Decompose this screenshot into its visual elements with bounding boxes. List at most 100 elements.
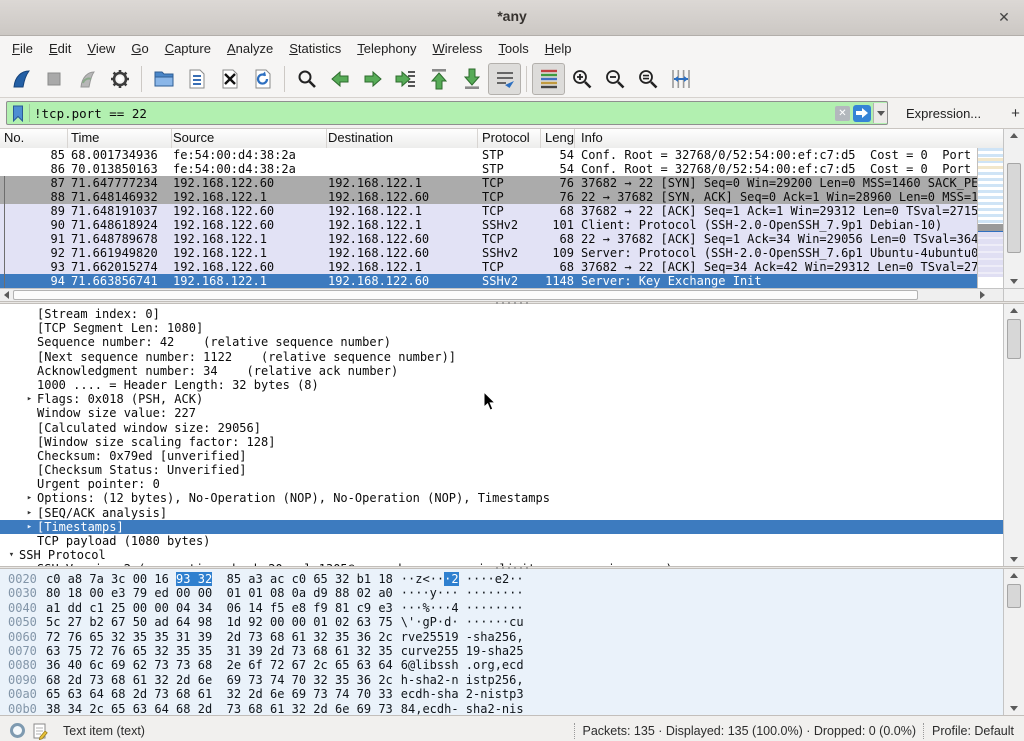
packet-row-92[interactable]: 9271.661949820192.168.122.1192.168.122.6… [0,246,977,260]
status-profile[interactable]: Profile: Default [932,724,1014,738]
start-capture-button[interactable] [4,63,37,95]
menu-view[interactable]: View [79,39,123,58]
menu-capture[interactable]: Capture [157,39,219,58]
column-header-src[interactable]: Source [172,129,327,148]
detail-line[interactable]: [TCP Segment Len: 1080] [0,321,1003,335]
filter-history-caret[interactable] [873,103,887,123]
detail-line[interactable]: [Checksum Status: Unverified] [0,463,1003,477]
reload-file-button[interactable] [246,63,279,95]
go-back-button[interactable] [323,63,356,95]
column-header-dst[interactable]: Destination [327,129,478,148]
detail-line[interactable]: [Stream index: 0] [0,307,1003,321]
scroll-down-arrow[interactable] [1005,553,1023,566]
colorize-button[interactable] [532,63,565,95]
detail-line[interactable]: Sequence number: 42 (relative sequence n… [0,335,1003,349]
clear-filter-button[interactable]: ✕ [835,106,850,121]
detail-line[interactable]: Window size value: 227 [0,406,1003,420]
menu-telephony[interactable]: Telephony [349,39,424,58]
open-file-button[interactable] [147,63,180,95]
column-header-proto[interactable]: Protocol [478,129,541,148]
column-header-no[interactable]: No. [0,129,68,148]
hex-row-0080[interactable]: 008036 40 6c 69 62 73 73 68 2e 6f 72 67 … [0,658,1003,672]
detail-line[interactable]: [Calculated window size: 29056] [0,421,1003,435]
menu-go[interactable]: Go [123,39,156,58]
resize-columns-button[interactable] [664,63,697,95]
zoom-100-button[interactable] [631,63,664,95]
hex-row-0030[interactable]: 003080 18 00 e3 79 ed 00 00 01 01 08 0a … [0,586,1003,600]
stop-capture-button[interactable] [37,63,70,95]
packet-row-90[interactable]: 9071.648618924192.168.122.60192.168.122.… [0,218,977,232]
scroll-right-arrow[interactable] [976,289,989,301]
menu-analyze[interactable]: Analyze [219,39,281,58]
expression-button[interactable]: Expression... [906,106,981,121]
menu-wireless[interactable]: Wireless [425,39,491,58]
packet-row-86[interactable]: 8670.013850163fe:54:00:d4:38:2aSTP54Conf… [0,162,977,176]
close-button[interactable]: ✕ [994,7,1014,27]
detail-line[interactable]: Urgent pointer: 0 [0,477,1003,491]
zoom-out-button[interactable] [598,63,631,95]
menu-help[interactable]: Help [537,39,580,58]
capture-options-button[interactable] [103,63,136,95]
expand-arrow-icon[interactable]: ▾ [4,548,19,562]
menu-edit[interactable]: Edit [41,39,79,58]
column-header-len[interactable]: Length [541,129,575,148]
expert-info-icon[interactable] [10,723,25,738]
scroll-down-arrow[interactable] [1005,275,1023,288]
capture-comment-icon[interactable] [32,722,48,740]
detail-line[interactable]: [Window size scaling factor: 128] [0,435,1003,449]
expand-arrow-icon[interactable]: ▸ [22,392,37,406]
zoom-in-button[interactable] [565,63,598,95]
hex-row-0070[interactable]: 007063 75 72 76 65 32 35 35 31 39 2d 73 … [0,644,1003,658]
display-filter-input[interactable]: !tcp.port == 22 ✕ [6,101,888,125]
apply-filter-button[interactable] [853,105,871,122]
packet-row-89[interactable]: 8971.648191037192.168.122.60192.168.122.… [0,204,977,218]
restart-capture-button[interactable] [70,63,103,95]
close-file-button[interactable] [213,63,246,95]
scroll-up-arrow[interactable] [1005,129,1023,142]
hex-row-0060[interactable]: 006072 76 65 32 35 35 31 39 2d 73 68 61 … [0,630,1003,644]
bytes-vscrollbar[interactable] [1003,569,1024,715]
add-filter-button[interactable]: + [1005,105,1024,122]
expand-arrow-icon[interactable]: ▸ [22,491,37,505]
packet-row-93[interactable]: 9371.662015274192.168.122.60192.168.122.… [0,260,977,274]
details-vscrollbar[interactable] [1003,304,1024,566]
expand-arrow-icon[interactable]: ▸ [22,506,37,520]
go-forward-button[interactable] [356,63,389,95]
hex-row-0020[interactable]: 0020c0 a8 7a 3c 00 16 93 32 85 a3 ac c0 … [0,572,1003,586]
packet-row-91[interactable]: 9171.648789678192.168.122.1192.168.122.6… [0,232,977,246]
hex-row-00a0[interactable]: 00a065 63 64 68 2d 73 68 61 32 2d 6e 69 … [0,687,1003,701]
auto-scroll-button[interactable] [488,63,521,95]
column-header-time[interactable]: Time [68,129,172,148]
packet-list-hscrollbar[interactable] [0,288,1003,301]
packet-row-94[interactable]: 9471.663856741192.168.122.1192.168.122.6… [0,274,977,288]
detail-line[interactable]: 1000 .... = Header Length: 32 bytes (8) [0,378,1003,392]
column-header-info[interactable]: Info [575,129,1024,148]
scroll-down-arrow[interactable] [1005,702,1023,715]
detail-line[interactable]: TCP payload (1080 bytes) [0,534,1003,548]
expand-arrow-icon[interactable]: ▸ [22,520,37,534]
packet-row-85[interactable]: 8568.001734936fe:54:00:d4:38:2aSTP54Conf… [0,148,977,162]
scroll-up-arrow[interactable] [1005,304,1023,317]
menu-file[interactable]: File [4,39,41,58]
packet-list-vscrollbar[interactable] [1003,129,1024,288]
detail-line[interactable]: ▾SSH Protocol [0,548,1003,562]
detail-line[interactable]: ▸Options: (12 bytes), No-Operation (NOP)… [0,491,1003,505]
find-packet-button[interactable] [290,63,323,95]
hex-row-0090[interactable]: 009068 2d 73 68 61 32 2d 6e 69 73 74 70 … [0,673,1003,687]
save-file-button[interactable] [180,63,213,95]
detail-line[interactable]: ▸Flags: 0x018 (PSH, ACK) [0,392,1003,406]
detail-line[interactable]: Checksum: 0x79ed [unverified] [0,449,1003,463]
hex-row-00b0[interactable]: 00b038 34 2c 65 63 64 68 2d 73 68 61 32 … [0,702,1003,715]
go-first-button[interactable] [422,63,455,95]
packet-row-88[interactable]: 8871.648146932192.168.122.1192.168.122.6… [0,190,977,204]
go-last-button[interactable] [455,63,488,95]
packet-row-87[interactable]: 8771.647777234192.168.122.60192.168.122.… [0,176,977,190]
go-to-packet-button[interactable] [389,63,422,95]
titlebar[interactable]: *any ✕ [0,0,1024,36]
detail-line[interactable]: Acknowledgment number: 34 (relative ack … [0,364,1003,378]
menu-statistics[interactable]: Statistics [281,39,349,58]
menu-tools[interactable]: Tools [490,39,536,58]
hex-row-0050[interactable]: 00505c 27 b2 67 50 ad 64 98 1d 92 00 00 … [0,615,1003,629]
hex-row-0040[interactable]: 0040a1 dd c1 25 00 00 04 34 06 14 f5 e8 … [0,601,1003,615]
scroll-up-arrow[interactable] [1005,569,1023,582]
